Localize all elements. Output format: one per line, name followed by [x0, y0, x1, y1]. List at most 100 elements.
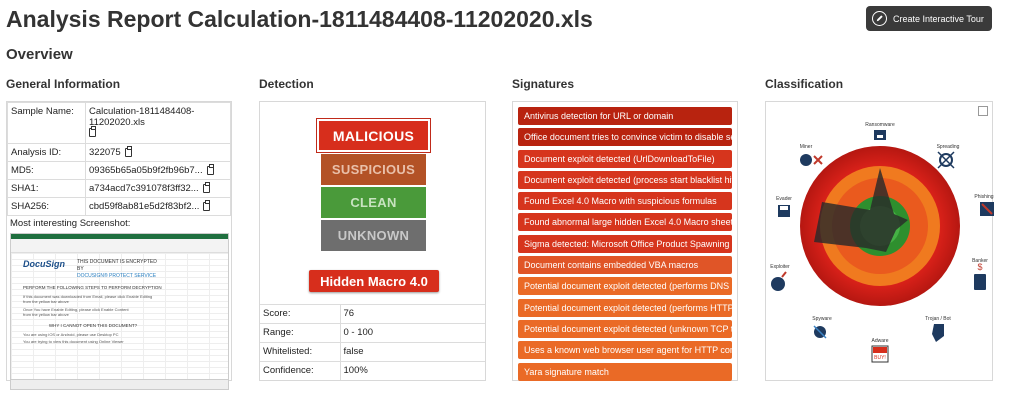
evader-icon: [778, 205, 790, 217]
md5-value: 09365b65a05b9f2fb96b7...: [89, 165, 203, 176]
level-suspicious: SUSPICIOUS: [321, 154, 426, 185]
label-exploiter: Exploiter: [770, 264, 790, 270]
table-row: Confidence: 100%: [260, 360, 485, 380]
row-key: MD5:: [7, 161, 86, 180]
table-row: Sample Name: Calculation-1811484408-1120…: [7, 102, 231, 144]
doc-subhead: DOCUSIGN® PROTECT SERVICE: [77, 273, 157, 279]
label-phishing: Phishing: [974, 194, 993, 200]
analysis-id-value: 322075: [89, 147, 121, 158]
general-info-panel: Sample Name: Calculation-1811484408-1120…: [6, 101, 232, 390]
sample-name-value: Calculation-1811484408-11202020.xls: [89, 106, 195, 128]
whitelisted-value: false: [340, 341, 485, 361]
copy-icon[interactable]: [203, 200, 211, 211]
label-spreading: Spreading: [937, 144, 960, 150]
signature-item[interactable]: Document exploit detected (process start…: [518, 170, 732, 189]
phishing-icon: [980, 202, 994, 216]
classification-heading: Classification: [765, 77, 844, 91]
miner-icon: [800, 154, 823, 166]
classification-panel: $ BUY! Ransomware Miner Spreading Evader…: [765, 101, 994, 381]
row-value: 322075: [85, 143, 231, 162]
row-value: 09365b65a05b9f2fb96b7...: [85, 161, 231, 180]
row-value: a734acd7c391078f3ff32...: [85, 179, 231, 198]
label-spyware: Spyware: [812, 316, 832, 322]
signature-item[interactable]: Uses a known web browser user agent for …: [518, 341, 732, 360]
classification-radar: $ BUY! Ransomware Miner Spreading Evader…: [770, 122, 994, 363]
row-value: cbd59f8ab81e5d2f83bf2...: [85, 197, 231, 216]
signature-item[interactable]: Office document tries to convince victim…: [518, 128, 732, 147]
signature-item[interactable]: Found abnormal large hidden Excel 4.0 Ma…: [518, 213, 732, 232]
table-row: SHA256: cbd59f8ab81e5d2f83bf2...: [7, 197, 231, 216]
adware-icon: BUY!: [871, 345, 889, 363]
row-key: Whitelisted:: [260, 341, 341, 361]
signature-item[interactable]: Potential document exploit detected (unk…: [518, 319, 732, 338]
signature-item[interactable]: Potential document exploit detected (per…: [518, 277, 732, 296]
table-row: Whitelisted: false: [260, 341, 485, 361]
signature-item[interactable]: Document contains embedded VBA macros: [518, 256, 732, 275]
row-key: Analysis ID:: [7, 143, 86, 162]
sha1-value: a734acd7c391078f3ff32...: [89, 183, 199, 194]
spyware-icon: [813, 325, 827, 339]
level-malicious: MALICIOUS: [317, 119, 430, 152]
doc-reason-2: You are trying to view this document usi…: [23, 339, 124, 344]
level-unknown: UNKNOWN: [321, 220, 426, 251]
range-value: 0 - 100: [340, 322, 485, 342]
label-adware: Adware: [872, 338, 889, 344]
screenshot-thumbnail[interactable]: DocuSign THIS DOCUMENT IS ENCRYPTED BY D…: [10, 233, 229, 390]
label-evader: Evader: [776, 196, 792, 202]
doc-line-4: from the yellow bar above: [23, 312, 69, 317]
screenshot-document: DocuSign THIS DOCUMENT IS ENCRYPTED BY D…: [23, 259, 163, 359]
table-row: MD5: 09365b65a05b9f2fb96b7...: [7, 161, 231, 180]
adware-badge: BUY!: [874, 355, 886, 361]
detection-gauge: MALICIOUS SUSPICIOUS CLEAN UNKNOWN: [317, 119, 430, 253]
table-row: SHA1: a734acd7c391078f3ff32...: [7, 179, 231, 198]
doc-reason-1: You are using iOS or Android, please use…: [23, 332, 119, 337]
copy-icon[interactable]: [124, 146, 132, 157]
signature-item[interactable]: Potential document exploit detected (per…: [518, 298, 732, 317]
signatures-heading: Signatures: [512, 77, 575, 91]
signature-item[interactable]: Sigma detected: Microsoft Office Product…: [518, 234, 732, 253]
banker-icon: $: [974, 262, 986, 290]
ransomware-icon: [874, 130, 886, 140]
hidden-macro-tag: Hidden Macro 4.0: [309, 270, 439, 292]
create-tour-label: Create Interactive Tour: [893, 13, 984, 24]
table-row: Range: 0 - 100: [260, 322, 485, 342]
trojan-icon: [932, 324, 944, 342]
signature-item[interactable]: Antivirus detection for URL or domain: [518, 107, 732, 125]
row-key: Sample Name:: [7, 102, 86, 144]
docusign-logo: DocuSign: [23, 259, 65, 269]
copy-icon[interactable]: [206, 164, 214, 175]
row-key: Score:: [260, 303, 341, 323]
row-value: Calculation-1811484408-11202020.xls: [85, 102, 231, 144]
table-row: Score: 76: [260, 303, 485, 323]
confidence-value: 100%: [340, 360, 485, 380]
table-row: Analysis ID: 322075: [7, 143, 231, 162]
spreading-icon: [937, 151, 955, 169]
signatures-panel: Antivirus detection for URL or domain Of…: [512, 101, 738, 381]
label-trojan: Trojan / Bot: [925, 316, 951, 322]
row-key: Confidence:: [260, 360, 341, 380]
create-tour-button[interactable]: Create Interactive Tour: [866, 6, 992, 31]
overview-heading: Overview: [6, 46, 73, 63]
screenshot-label: Most interesting Screenshot:: [10, 218, 131, 229]
copy-icon[interactable]: [89, 126, 96, 137]
label-miner: Miner: [800, 144, 813, 150]
signature-item[interactable]: Document exploit detected (UrlDownloadTo…: [518, 149, 732, 168]
excel-statusbar: [11, 379, 228, 389]
detection-table: Score: 76 Range: 0 - 100 Whitelisted: false…: [260, 303, 485, 380]
signature-item[interactable]: Yara signature match: [518, 362, 732, 381]
page-title: Analysis Report Calculation-1811484408-1…: [6, 6, 593, 32]
level-clean: CLEAN: [321, 187, 426, 218]
label-ransomware: Ransomware: [865, 122, 895, 128]
row-key: Range:: [260, 322, 341, 342]
pencil-icon: [872, 11, 887, 26]
general-info-heading: General Information: [6, 77, 121, 91]
score-value: 76: [340, 303, 485, 323]
signature-item[interactable]: Found Excel 4.0 Macro with suspicious fo…: [518, 192, 732, 211]
detection-heading: Detection: [259, 77, 314, 91]
row-key: SHA1:: [7, 179, 86, 198]
row-key: SHA256:: [7, 197, 86, 216]
copy-icon[interactable]: [202, 182, 210, 193]
doc-line-2: from the yellow bar above: [23, 299, 69, 304]
doc-step: PERFORM THE FOLLOWING STEPS TO PERFORM D…: [23, 285, 162, 290]
general-info-table: Sample Name: Calculation-1811484408-1120…: [7, 102, 231, 216]
